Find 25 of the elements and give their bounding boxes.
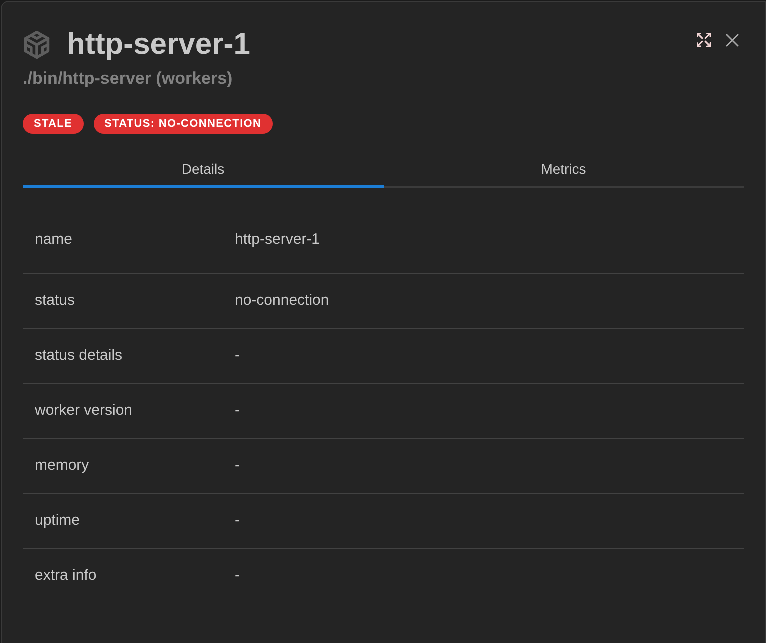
tab[interactable]: Metrics [384, 154, 744, 188]
dialog-subtitle: ./bin/http-server (workers) [23, 68, 233, 90]
status-badge: STALE [23, 114, 84, 134]
detail-label: extra info [35, 566, 98, 586]
maximize-icon [697, 33, 711, 47]
close-button[interactable] [724, 32, 740, 48]
detail-label: uptime [35, 510, 82, 531]
detail-value: http-server-1 [235, 230, 320, 250]
detail-label: name [35, 230, 74, 250]
detail-label: status details [35, 346, 124, 366]
detail-label: memory [35, 456, 90, 476]
detail-value: - [235, 510, 240, 531]
maximize-button[interactable] [696, 32, 712, 48]
detail-value: - [235, 456, 240, 476]
close-icon [726, 34, 738, 46]
detail-value: no-connection [235, 290, 330, 311]
status-badge: STATUS: NO-CONNECTION [94, 114, 273, 134]
tab[interactable]: Details [23, 154, 384, 188]
detail-label: status [35, 290, 76, 311]
detail-value: - [235, 566, 240, 586]
detail-label: worker version [35, 400, 134, 421]
dialog-title: http-server-1 [67, 27, 250, 63]
detail-value: - [235, 346, 240, 366]
detail-value: - [235, 400, 240, 421]
cube-hexagon-icon [23, 31, 51, 59]
